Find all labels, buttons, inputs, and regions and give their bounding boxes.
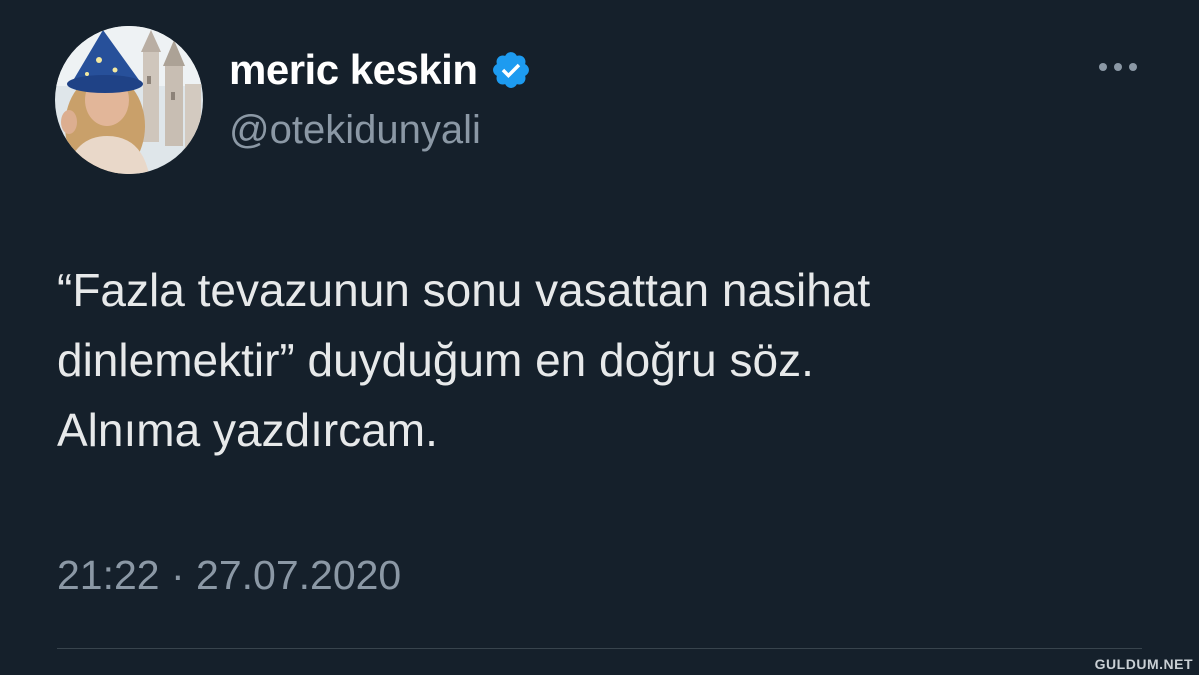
watermark: GULDUM.NET — [1094, 656, 1193, 672]
tweet-text: “Fazla tevazunun sonu vasattan nasihat d… — [57, 255, 1117, 465]
tweet-text-line: “Fazla tevazunun sonu vasattan nasihat — [57, 264, 871, 316]
more-options-button[interactable] — [1094, 52, 1142, 82]
author-avatar[interactable] — [55, 26, 203, 174]
author-display-name[interactable]: meric keskin — [229, 46, 478, 94]
divider — [57, 648, 1142, 649]
tweet-timestamp[interactable]: 21:22 · 27.07.2020 — [57, 552, 401, 599]
more-horizontal-icon — [1099, 63, 1137, 71]
author-handle[interactable]: @otekidunyali — [229, 108, 481, 153]
tweet-text-line: dinlemektir” duyduğum en doğru söz. — [57, 334, 814, 386]
avatar-image — [55, 26, 203, 174]
tweet-text-line: Alnıma yazdırcam. — [57, 404, 438, 456]
verified-badge-icon — [492, 52, 529, 88]
author-name-row: meric keskin — [229, 44, 532, 96]
